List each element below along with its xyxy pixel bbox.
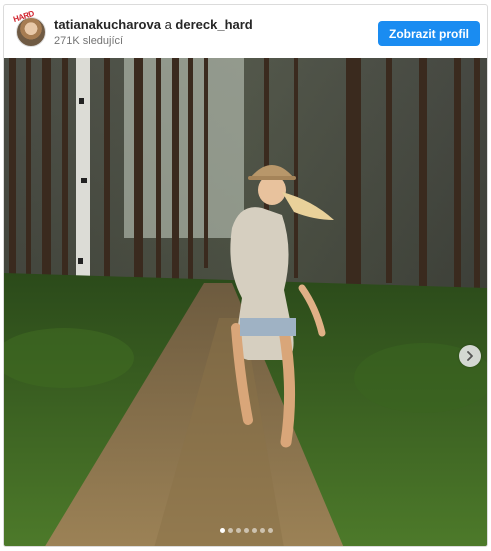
follower-count: 271K sledující <box>54 35 124 47</box>
view-profile-button[interactable]: Zobrazit profil <box>378 21 480 46</box>
chevron-right-icon <box>467 351 473 361</box>
author-avatar-link[interactable]: HARD <box>12 9 46 47</box>
carousel-dot <box>252 528 257 533</box>
carousel-dot <box>244 528 249 533</box>
coauthor-username-link[interactable]: dereck_hard <box>175 17 252 32</box>
carousel-dot <box>268 528 273 533</box>
carousel-dot <box>236 528 241 533</box>
carousel-next-button[interactable] <box>459 345 481 367</box>
carousel-dot <box>260 528 265 533</box>
post-media[interactable] <box>4 58 487 546</box>
post-photo <box>4 58 487 546</box>
post-header: HARD tatianakucharova a dereck_hard 271K… <box>4 5 487 58</box>
author-username-link[interactable]: tatianakucharova <box>54 17 161 32</box>
post-authors: tatianakucharova a dereck_hard <box>54 17 253 32</box>
authors-connector: a <box>164 17 172 32</box>
instagram-embed-card: HARD tatianakucharova a dereck_hard 271K… <box>3 4 488 547</box>
carousel-dot <box>220 528 225 533</box>
carousel-dot <box>228 528 233 533</box>
carousel-indicators <box>4 528 487 533</box>
